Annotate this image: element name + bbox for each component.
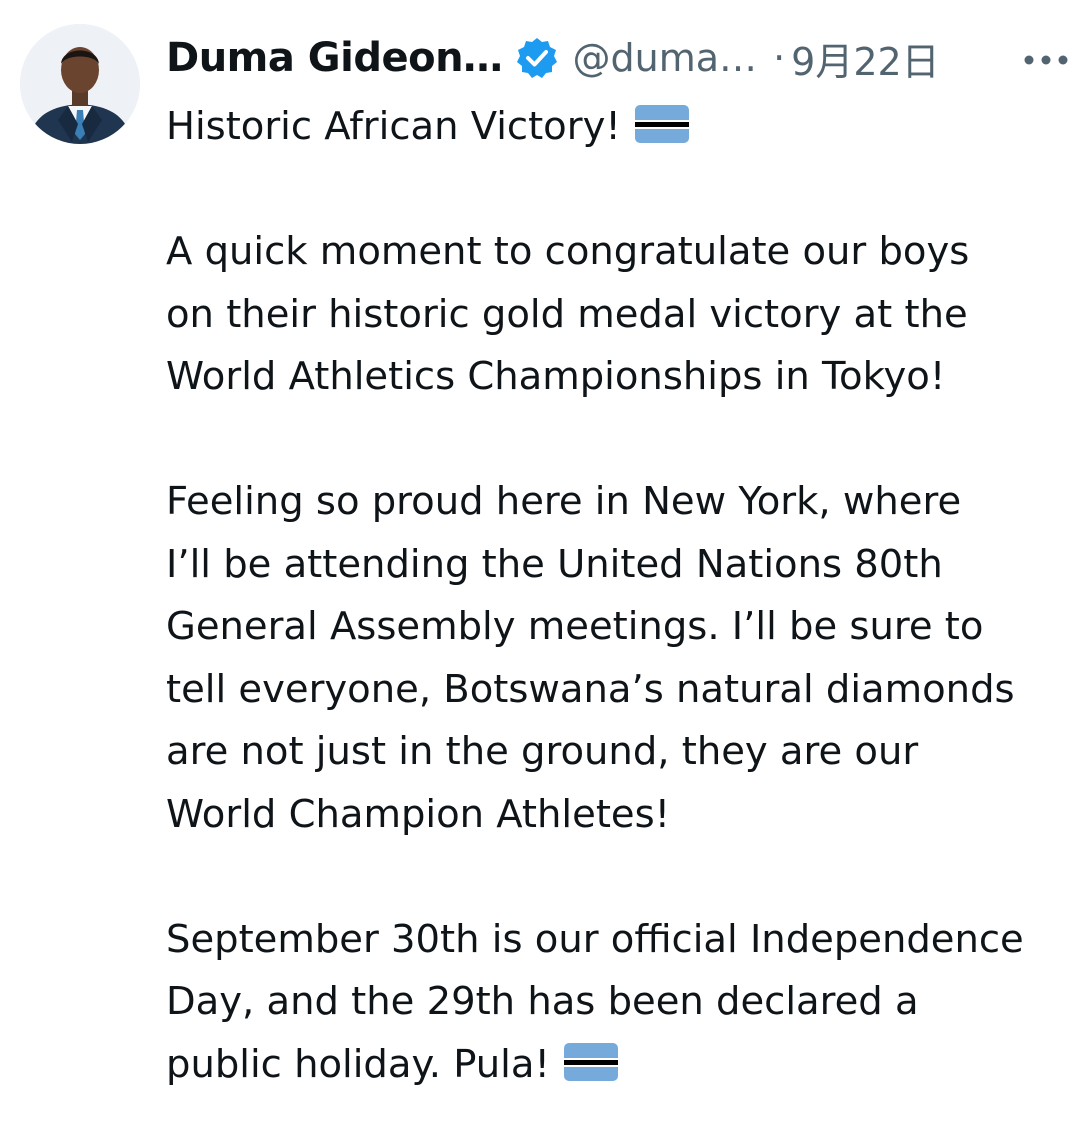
paragraph-1: A quick moment to congratulate our boys … — [166, 221, 1072, 409]
title-text: Historic African Victory! — [166, 104, 621, 149]
flag-botswana-emoji — [634, 105, 689, 143]
text-line: September 30th is our official Independe… — [166, 916, 1024, 962]
text-line: are not just in the ground, they are our — [166, 729, 919, 774]
closing-text: public holiday. Pula! — [166, 1041, 550, 1087]
paragraph-3: September 30th is our official Independe… — [166, 909, 1072, 1097]
display-name[interactable]: Duma Gideon… — [166, 35, 503, 81]
text-line: tell everyone, Botswana’s natural diamon… — [166, 666, 1015, 712]
text-line: Day, and the 29th has been declared a — [166, 979, 919, 1024]
avatar[interactable] — [20, 24, 140, 144]
tweet-header: Duma Gideon… @duma… · 9月22日 — [166, 30, 1072, 86]
more-options-icon[interactable] — [1020, 38, 1072, 78]
text-line: Historic African Victory! — [166, 96, 1072, 159]
separator-dot: · — [773, 36, 786, 80]
text-line: public holiday. Pula! — [166, 1034, 1072, 1097]
tweet[interactable]: Duma Gideon… @duma… · 9月22日 Historic Afr… — [0, 0, 1092, 1140]
avatar-photo — [20, 24, 140, 144]
flag-botswana-emoji — [563, 1042, 618, 1081]
paragraph-2: Feeling so proud here in New York, where… — [166, 471, 1072, 846]
text-line: World Champion Athletes! — [166, 791, 671, 837]
timestamp[interactable]: 9月22日 — [791, 31, 940, 86]
tweet-title-paragraph: Historic African Victory! — [166, 96, 1072, 159]
text-line: World Athletics Championships in Tokyo! — [166, 354, 946, 399]
text-line: I’ll be attending the United Nations 80t… — [166, 541, 943, 587]
text-line: General Assembly meetings. I’ll be sure … — [166, 604, 984, 649]
verified-badge-icon — [516, 38, 557, 78]
handle[interactable]: @duma… — [573, 36, 758, 80]
text-line: A quick moment to congratulate our boys — [166, 229, 970, 274]
text-line: Feeling so proud here in New York, where — [166, 479, 962, 524]
text-line: on their historic gold medal victory at … — [166, 291, 968, 337]
tweet-text: Historic African Victory! A quick moment… — [166, 96, 1072, 1096]
